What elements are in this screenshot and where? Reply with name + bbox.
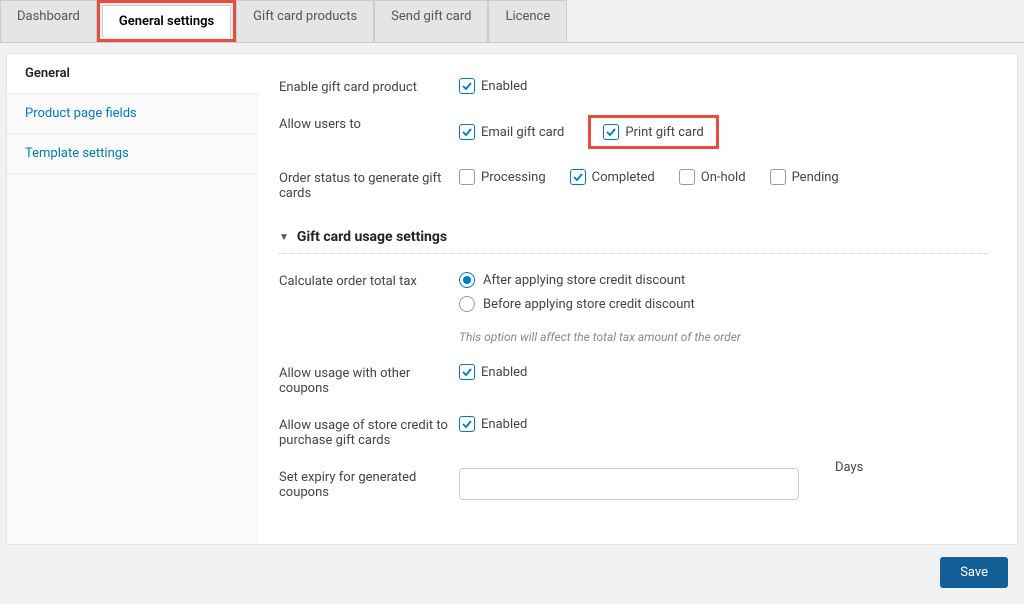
settings-sidebar: General Product page fields Template set… xyxy=(7,54,259,544)
store-credit-checkbox[interactable]: Enabled xyxy=(459,416,527,432)
tab-general-settings[interactable]: General settings xyxy=(102,5,231,37)
highlight-box-print: Print gift card xyxy=(588,115,718,149)
expiry-input[interactable] xyxy=(459,468,799,500)
footer-actions: Save xyxy=(0,545,1024,604)
checkbox-label: Processing xyxy=(481,170,546,185)
tab-send-gift-card[interactable]: Send gift card xyxy=(374,0,488,42)
radio-label: After applying store credit discount xyxy=(483,273,685,288)
checkbox-label: Enabled xyxy=(481,417,527,432)
tabs-bar: Dashboard General settings Gift card pro… xyxy=(0,0,1024,43)
sidebar-item-general[interactable]: General xyxy=(7,54,259,94)
calc-tax-label: Calculate order total tax xyxy=(279,272,459,289)
tax-before-radio[interactable]: Before applying store credit discount xyxy=(459,296,741,312)
onhold-checkbox[interactable]: On-hold xyxy=(679,169,746,185)
save-button[interactable]: Save xyxy=(940,557,1008,588)
pending-checkbox[interactable]: Pending xyxy=(770,169,839,185)
checkbox-label: Pending xyxy=(792,170,839,185)
order-status-label: Order status to generate gift cards xyxy=(279,169,459,201)
checkbox-label: On-hold xyxy=(701,170,746,185)
enable-gift-product-label: Enable gift card product xyxy=(279,78,459,95)
tab-licence[interactable]: Licence xyxy=(488,0,567,42)
checkbox-label: Enabled xyxy=(481,79,527,94)
processing-checkbox[interactable]: Processing xyxy=(459,169,546,185)
settings-content: Enable gift card product Enabled Allow u… xyxy=(259,54,1017,544)
sidebar-item-product-fields[interactable]: Product page fields xyxy=(7,94,259,134)
tax-after-radio[interactable]: After applying store credit discount xyxy=(459,272,741,288)
section-title: Gift card usage settings xyxy=(297,229,447,245)
main-panel: General Product page fields Template set… xyxy=(6,53,1018,545)
tab-gift-card-products[interactable]: Gift card products xyxy=(236,0,374,42)
collapse-triangle-icon: ▼ xyxy=(279,232,289,243)
checkbox-label: Print gift card xyxy=(625,125,703,140)
highlight-box-tab: General settings xyxy=(97,0,236,42)
allow-users-label: Allow users to xyxy=(279,115,459,132)
usage-section-head[interactable]: ▼ Gift card usage settings xyxy=(279,229,987,254)
radio-label: Before applying store credit discount xyxy=(483,297,695,312)
other-coupons-checkbox[interactable]: Enabled xyxy=(459,364,527,380)
checkbox-label: Email gift card xyxy=(481,125,564,140)
expiry-suffix: Days xyxy=(835,460,863,475)
checkbox-label: Enabled xyxy=(481,365,527,380)
store-credit-label: Allow usage of store credit to purchase … xyxy=(279,416,459,448)
tax-helper-text: This option will affect the total tax am… xyxy=(459,330,741,344)
completed-checkbox[interactable]: Completed xyxy=(570,169,655,185)
checkbox-label: Completed xyxy=(592,170,655,185)
other-coupons-label: Allow usage with other coupons xyxy=(279,364,459,396)
sidebar-item-template-settings[interactable]: Template settings xyxy=(7,134,259,174)
print-gift-card-checkbox[interactable]: Print gift card xyxy=(603,124,703,140)
tab-dashboard[interactable]: Dashboard xyxy=(0,0,97,42)
expiry-label: Set expiry for generated coupons xyxy=(279,468,459,500)
email-gift-card-checkbox[interactable]: Email gift card xyxy=(459,124,564,140)
enable-gift-product-checkbox[interactable]: Enabled xyxy=(459,78,527,94)
